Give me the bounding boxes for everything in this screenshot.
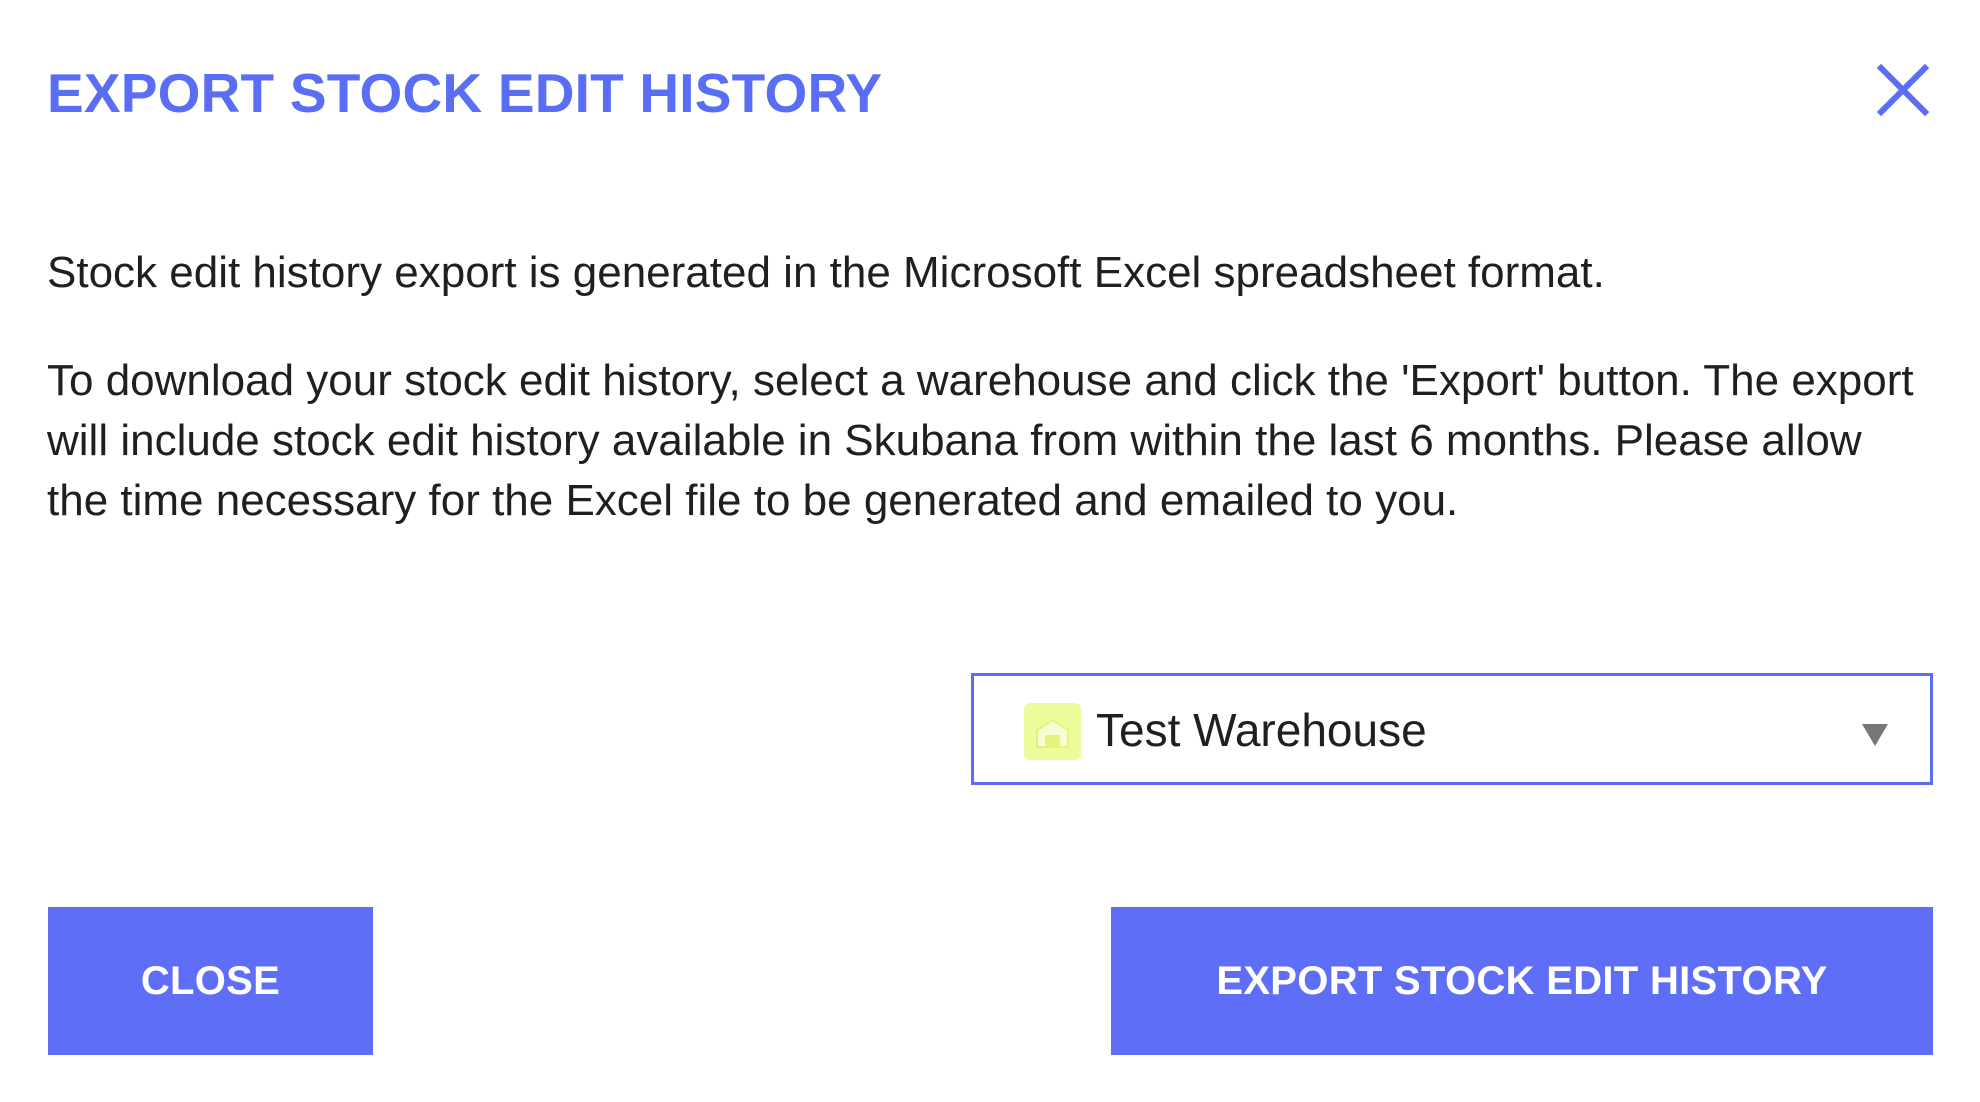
close-button[interactable]: CLOSE bbox=[48, 907, 373, 1055]
dialog-title: EXPORT STOCK EDIT HISTORY bbox=[47, 62, 883, 124]
warehouse-select[interactable]: Test Warehouse bbox=[971, 673, 1933, 785]
export-stock-edit-history-dialog: EXPORT STOCK EDIT HISTORY Stock edit his… bbox=[0, 0, 1980, 1102]
description-format: Stock edit history export is generated i… bbox=[47, 248, 1605, 297]
export-button-label: EXPORT STOCK EDIT HISTORY bbox=[1216, 958, 1828, 1003]
warehouse-icon bbox=[1024, 703, 1081, 760]
caret-down-icon bbox=[1862, 724, 1888, 746]
warehouse-select-value: Test Warehouse bbox=[1096, 704, 1427, 756]
description-instructions: To download your stock edit history, sel… bbox=[47, 356, 1914, 525]
export-stock-edit-history-button[interactable]: EXPORT STOCK EDIT HISTORY bbox=[1111, 907, 1933, 1055]
close-icon[interactable] bbox=[1876, 63, 1930, 117]
close-button-label: CLOSE bbox=[140, 958, 281, 1003]
